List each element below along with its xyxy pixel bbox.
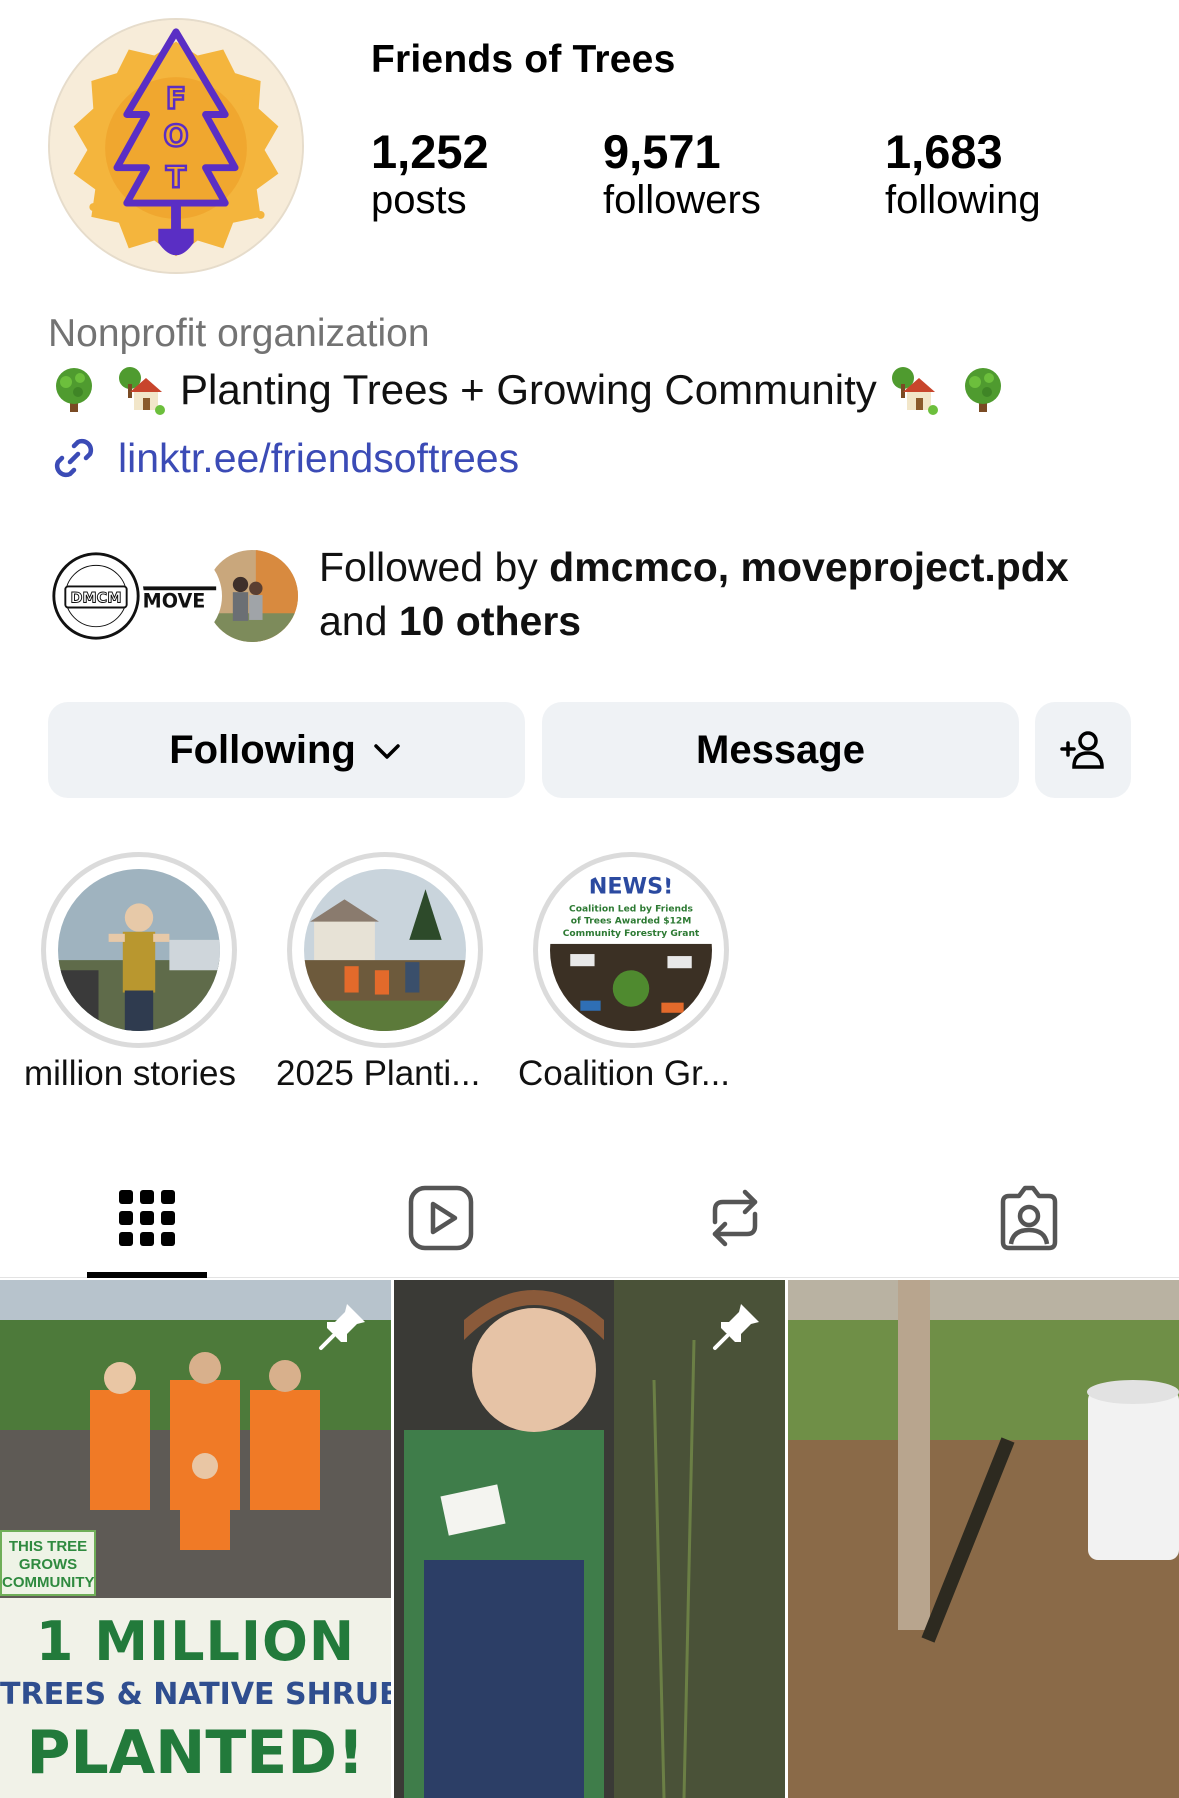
svg-text:NEWS!: NEWS!	[589, 873, 674, 899]
mutual-followers-avatars[interactable]: DMCM MOVE	[48, 548, 300, 644]
followed-by-prefix: Followed by	[319, 544, 550, 590]
followed-by-text[interactable]: Followed by dmcmco, moveproject.pdx and …	[319, 540, 1069, 648]
following-button[interactable]: Following	[48, 702, 525, 798]
grid-icon	[119, 1190, 175, 1246]
highlight-label: Coalition Gr...	[518, 1054, 731, 1093]
active-tab-indicator	[87, 1272, 207, 1278]
deciduous-tree-emoji	[48, 364, 100, 416]
following-button-label: Following	[169, 727, 356, 772]
message-button-label: Message	[696, 727, 865, 772]
svg-text:O: O	[163, 119, 188, 153]
message-button[interactable]: Message	[542, 702, 1019, 798]
add-person-icon	[1058, 725, 1108, 775]
highlight-cover	[58, 869, 220, 1031]
posts-count[interactable]: 1,252 posts	[371, 124, 489, 224]
profile-category: Nonprofit organization	[48, 312, 430, 355]
profile-link-text[interactable]: linktr.ee/friendsoftrees	[118, 435, 519, 482]
tagged-icon	[1000, 1185, 1058, 1251]
followers-count-label: followers	[603, 178, 761, 222]
pin-icon	[317, 1300, 369, 1352]
followers-count[interactable]: 9,571 followers	[603, 124, 761, 224]
profile-name: Friends of Trees	[371, 38, 676, 81]
mutual-avatar-dmcmco: DMCM	[48, 548, 144, 644]
post-caption-line2: TREES & NATIVE SHRUBS	[0, 1677, 391, 1712]
tab-reposts[interactable]	[699, 1182, 771, 1254]
posts-grid: THIS TREE GROWS COMMUNITY 1 MILLION TREE…	[0, 1280, 1179, 1798]
following-count-value: 1,683	[885, 125, 1003, 178]
svg-text:Community Forestry Grant: Community Forestry Grant	[563, 929, 700, 939]
following-count[interactable]: 1,683 following	[885, 124, 1041, 224]
followed-by-accounts: dmcmco, moveproject.pdx	[549, 544, 1069, 590]
profile-tabs	[0, 1160, 1179, 1278]
house-with-garden-emoji	[116, 364, 168, 416]
posts-count-label: posts	[371, 178, 467, 222]
svg-text:Coalition Led by Friends: Coalition Led by Friends	[569, 905, 693, 915]
profile-link[interactable]: linktr.ee/friendsoftrees	[48, 432, 519, 484]
svg-text:T: T	[166, 160, 186, 194]
bio-text: Planting Trees + Growing Community	[180, 366, 877, 413]
svg-text:DMCM: DMCM	[70, 591, 121, 607]
tab-posts-grid[interactable]	[111, 1182, 183, 1254]
post-tile[interactable]: THIS TREE GROWS COMMUNITY 1 MILLION TREE…	[0, 1280, 391, 1798]
profile-avatar[interactable]: F O T	[48, 18, 304, 274]
followed-by-middle: and	[319, 598, 399, 644]
post-sign: THIS TREE GROWS COMMUNITY	[0, 1530, 96, 1596]
svg-text:F: F	[166, 82, 186, 116]
post-caption-line3: PLANTED!	[26, 1718, 365, 1788]
reels-icon	[408, 1185, 474, 1251]
house-with-garden-emoji	[889, 364, 941, 416]
profile-bio: Planting Trees + Growing Community	[48, 364, 1009, 416]
deciduous-tree-emoji	[957, 364, 1009, 416]
tab-reels[interactable]	[405, 1182, 477, 1254]
tab-tagged[interactable]	[993, 1182, 1065, 1254]
highlight-cover: NEWS! Coalition Led by Friends of Trees …	[550, 869, 712, 1031]
followed-by-others: 10 others	[398, 598, 582, 644]
followers-count-value: 9,571	[603, 125, 721, 178]
posts-count-value: 1,252	[371, 125, 489, 178]
link-icon	[48, 432, 100, 484]
following-count-label: following	[885, 178, 1041, 222]
pin-icon	[711, 1300, 763, 1352]
highlight-2025-planting[interactable]	[287, 852, 483, 1048]
post-caption-line1: 1 MILLION	[35, 1610, 356, 1673]
svg-text:MOVE: MOVE	[143, 590, 206, 613]
highlight-label: million stories	[24, 1054, 236, 1093]
chevron-down-icon	[370, 733, 404, 767]
highlight-million-stories[interactable]	[41, 852, 237, 1048]
svg-text:of Trees Awarded $12M: of Trees Awarded $12M	[571, 917, 692, 927]
post-tile[interactable]	[394, 1280, 785, 1798]
suggested-accounts-button[interactable]	[1035, 702, 1131, 798]
highlight-cover	[304, 869, 466, 1031]
highlight-coalition-grant[interactable]: NEWS! Coalition Led by Friends of Trees …	[533, 852, 729, 1048]
highlight-label: 2025 Planti...	[276, 1054, 481, 1093]
post-tile[interactable]	[788, 1280, 1179, 1798]
reposts-icon	[712, 1189, 758, 1247]
